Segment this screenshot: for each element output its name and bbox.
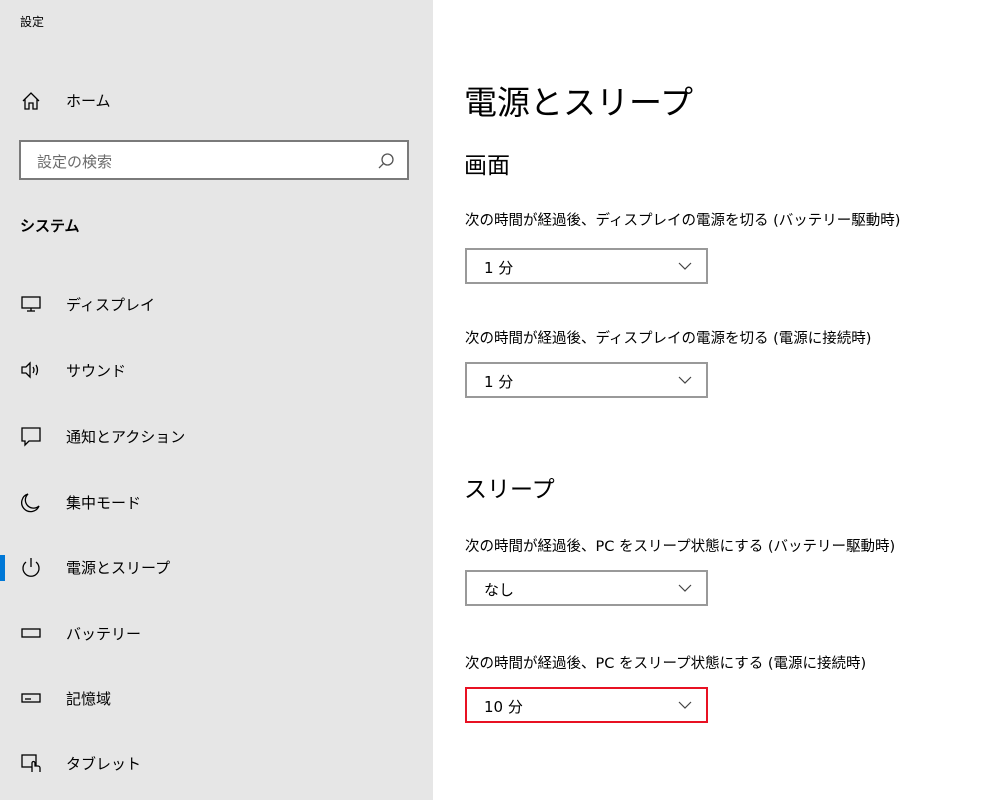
sidebar-item-display[interactable]: ディスプレイ — [0, 282, 433, 326]
storage-icon — [21, 693, 41, 703]
section-heading-screen: 画面 — [464, 153, 510, 179]
sidebar-item-sound[interactable]: サウンド — [0, 348, 433, 392]
notification-icon — [21, 427, 41, 447]
search-placeholder: 設定の検索 — [37, 153, 113, 171]
monitor-icon — [21, 296, 41, 312]
section-label-system: システム — [20, 217, 80, 235]
section-heading-sleep: スリープ — [464, 477, 555, 503]
chevron-down-icon — [678, 584, 692, 592]
page-title: 電源とスリープ — [464, 83, 694, 122]
screen-battery-label: 次の時間が経過後、ディスプレイの電源を切る (バッテリー駆動時) — [465, 213, 901, 229]
sleep-battery-dropdown[interactable]: なし — [465, 570, 708, 606]
search-icon[interactable] — [377, 152, 395, 170]
sidebar-item-label: タブレット — [66, 755, 142, 773]
screen-plugged-label: 次の時間が経過後、ディスプレイの電源を切る (電源に接続時) — [465, 331, 872, 347]
sidebar-item-label: 集中モード — [66, 494, 142, 512]
dropdown-value: 1 分 — [484, 259, 514, 277]
sidebar-item-tablet[interactable]: タブレット — [0, 741, 433, 785]
sidebar-item-label: ディスプレイ — [66, 296, 155, 314]
sleep-plugged-dropdown[interactable]: 10 分 — [465, 687, 708, 723]
moon-icon — [21, 493, 40, 513]
sidebar-item-battery[interactable]: バッテリー — [0, 611, 433, 655]
sidebar-item-label: 通知とアクション — [66, 428, 186, 446]
power-icon — [22, 558, 40, 577]
battery-icon — [21, 628, 41, 638]
chevron-down-icon — [678, 262, 692, 270]
sidebar-item-label: サウンド — [66, 362, 127, 380]
dropdown-value: なし — [484, 581, 515, 599]
sidebar-item-label: 記憶域 — [66, 690, 112, 708]
screen-plugged-dropdown[interactable]: 1 分 — [465, 362, 708, 398]
dropdown-value: 10 分 — [484, 698, 523, 716]
sidebar-item-storage[interactable]: 記憶域 — [0, 676, 433, 720]
screen-battery-dropdown[interactable]: 1 分 — [465, 248, 708, 284]
sleep-battery-label: 次の時間が経過後、PC をスリープ状態にする (バッテリー駆動時) — [465, 539, 896, 555]
speaker-icon — [21, 361, 39, 379]
sidebar-item-focus-assist[interactable]: 集中モード — [0, 480, 433, 524]
sidebar-item-notifications[interactable]: 通知とアクション — [0, 414, 433, 458]
chevron-down-icon — [678, 376, 692, 384]
sidebar-item-power-sleep[interactable]: 電源とスリープ — [0, 545, 433, 589]
sidebar-item-label: 電源とスリープ — [66, 559, 171, 577]
dropdown-value: 1 分 — [484, 373, 514, 391]
search-settings-input[interactable]: 設定の検索 — [19, 140, 409, 180]
app-title: 設定 — [20, 15, 45, 29]
chevron-down-icon — [678, 701, 692, 709]
sidebar: 設定 ホーム 設定の検索 システム ディスプレイ サウンド 通知とアクション 集… — [0, 0, 433, 800]
tablet-icon — [21, 754, 41, 772]
home-label: ホーム — [66, 92, 111, 110]
home-nav-item[interactable]: ホーム — [0, 80, 433, 120]
sleep-plugged-label: 次の時間が経過後、PC をスリープ状態にする (電源に接続時) — [465, 656, 867, 672]
sidebar-item-label: バッテリー — [66, 625, 142, 643]
home-icon — [22, 92, 40, 110]
